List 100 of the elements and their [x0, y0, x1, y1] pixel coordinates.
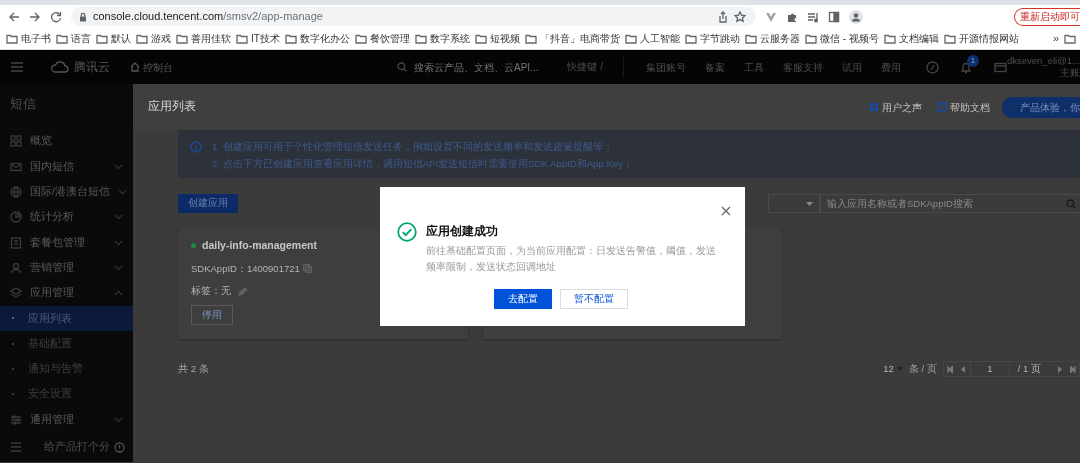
grid-icon	[10, 135, 22, 148]
configure-button[interactable]: 去配置	[494, 289, 552, 309]
tag-text: 标签：无	[191, 284, 231, 298]
last-page-icon[interactable]	[1069, 365, 1076, 373]
bookmark-folder[interactable]: 游戏	[136, 31, 171, 46]
reload-icon[interactable]	[50, 10, 62, 23]
pencil-icon[interactable]	[238, 286, 247, 296]
first-page-icon[interactable]	[947, 365, 954, 373]
envelope-icon	[10, 160, 22, 173]
bookmark-folder[interactable]: 善用佳软	[176, 31, 231, 46]
sidebar-item[interactable]: 通用管理	[0, 407, 133, 433]
more-bookmarks-button[interactable]: »	[1052, 30, 1059, 47]
disable-button[interactable]: 停用	[191, 305, 233, 326]
close-icon[interactable]	[721, 206, 731, 216]
folder-icon	[284, 33, 297, 44]
profile-icon[interactable]	[849, 9, 863, 24]
bookmark-folder[interactable]: 数字化办公	[284, 31, 350, 46]
search-icon	[397, 62, 407, 72]
help-docs-link[interactable]: 帮助文档	[937, 99, 990, 115]
folder-icon	[56, 33, 68, 44]
folder-icon	[684, 33, 697, 44]
skip-button[interactable]: 暂不配置	[560, 289, 628, 309]
folder-icon	[883, 33, 896, 44]
search-icon[interactable]	[1066, 198, 1076, 209]
bookmark-folder[interactable]: 默认	[96, 31, 131, 46]
create-app-button[interactable]: 创建应用	[178, 194, 238, 213]
bookmark-folder[interactable]: 语言	[56, 31, 91, 46]
bookmark-folder[interactable]: 云服务器	[744, 31, 800, 46]
star-icon[interactable]	[734, 10, 746, 23]
document-icon	[937, 102, 947, 112]
layers-icon	[10, 287, 22, 300]
bookmark-folder[interactable]: 微信 - 视频号	[804, 31, 879, 46]
address-bar[interactable]: console.cloud.tencent.com/smsv2/app-manage	[71, 7, 756, 26]
sidebar-item[interactable]: 概览	[0, 128, 133, 154]
back-icon[interactable]	[8, 10, 20, 23]
bookmark-folder[interactable]: 短视频	[474, 31, 520, 46]
folder-icon	[624, 33, 637, 44]
caret-icon	[806, 201, 813, 206]
notice-text: 1. 创建应用可用于个性化管理短信发送任务，例如设置不同的发送频率和发送超量提醒等；	[212, 140, 614, 154]
globe-icon	[10, 185, 22, 198]
folder-icon	[943, 33, 956, 44]
folder-icon	[176, 33, 188, 44]
url-text: console.cloud.tencent.com/smsv2/app-manage	[93, 9, 324, 25]
app-search-field[interactable]: 输入应用名称或者SDKAppID搜索	[820, 194, 1080, 213]
sidebar-item[interactable]: 营销管理	[0, 255, 133, 281]
notice-text: 2. 点击下方已创建应用查看应用详情，调用短信API发送短信时需要使用SDK AppID和App Key；	[212, 157, 633, 171]
total-count: 共 2 条	[178, 361, 209, 376]
home-icon[interactable]	[130, 62, 140, 72]
sidebar-item[interactable]: 应用管理	[0, 280, 133, 306]
relaunch-button[interactable]: 重新启动即可	[1014, 7, 1080, 26]
notification-badge: 1	[966, 54, 979, 67]
app-id-text: SDKAppID：1400901721	[191, 261, 300, 276]
forward-icon[interactable]	[29, 10, 41, 23]
bookmark-folder[interactable]: 文档编辑	[883, 31, 939, 46]
sidebar-item[interactable]: 统计分析	[0, 204, 133, 230]
bookmark-folder[interactable]: 电子书	[6, 31, 51, 46]
folder-icon	[96, 33, 108, 44]
sidebar-item[interactable]: 国内短信	[0, 154, 133, 180]
sidebar-item[interactable]: 套餐包管理	[0, 229, 133, 256]
promo-banner[interactable]: 产品体验，你	[1002, 96, 1080, 118]
folder-icon	[354, 33, 367, 44]
media-icon[interactable]	[807, 10, 819, 23]
bookmark-folder[interactable]: 字节跳动	[684, 31, 740, 46]
folder-icon[interactable]	[1064, 33, 1076, 44]
previous-page-icon[interactable]	[960, 365, 967, 373]
sidebar-item[interactable]: 国际/港澳台短信	[0, 179, 133, 205]
user-icon	[10, 261, 22, 274]
folder-icon	[524, 33, 537, 44]
page-size-select[interactable]: 12	[883, 361, 903, 377]
copy-icon[interactable]	[302, 264, 312, 274]
sliders-icon	[10, 413, 22, 426]
bookmark-folder[interactable]: 开源情报网站	[943, 31, 1019, 46]
cloud-icon[interactable]	[50, 61, 70, 73]
sidebar-title: 短信	[9, 95, 37, 113]
bookmark-folder[interactable]: 餐饮管理	[354, 31, 410, 46]
list-icon[interactable]	[10, 442, 22, 453]
help-icon[interactable]	[114, 441, 125, 453]
menu-icon[interactable]	[10, 61, 24, 73]
bookmark-folder[interactable]: IT技术	[236, 31, 280, 46]
bookmark-folder[interactable]: 人工智能	[624, 31, 680, 46]
v-icon[interactable]	[765, 10, 777, 23]
card-icon[interactable]	[993, 61, 1007, 73]
bookmark-folder[interactable]: 数字系统	[414, 31, 470, 46]
brand-name: 腾讯云	[74, 59, 110, 76]
folder-icon	[474, 33, 487, 44]
search-field[interactable]: 搜索云产品、文档、云API...	[412, 58, 551, 76]
feedback-link[interactable]: 用户之声	[869, 99, 922, 115]
folder-icon	[414, 33, 427, 44]
folder-icon	[744, 33, 757, 44]
folder-icon	[136, 33, 148, 44]
sidebar-icon[interactable]	[828, 10, 840, 23]
console-link[interactable]: 控制台	[143, 59, 173, 75]
folder-icon	[6, 33, 18, 44]
bookmark-folder[interactable]: 「抖音」电商带货	[524, 31, 620, 46]
bell-icon[interactable]	[959, 60, 972, 74]
lock-icon	[79, 11, 87, 22]
next-page-icon[interactable]	[1056, 365, 1063, 373]
share-icon[interactable]	[718, 10, 728, 23]
page-number-field[interactable]: 1	[969, 362, 1010, 376]
total-pages: / 1 页	[1016, 361, 1042, 376]
